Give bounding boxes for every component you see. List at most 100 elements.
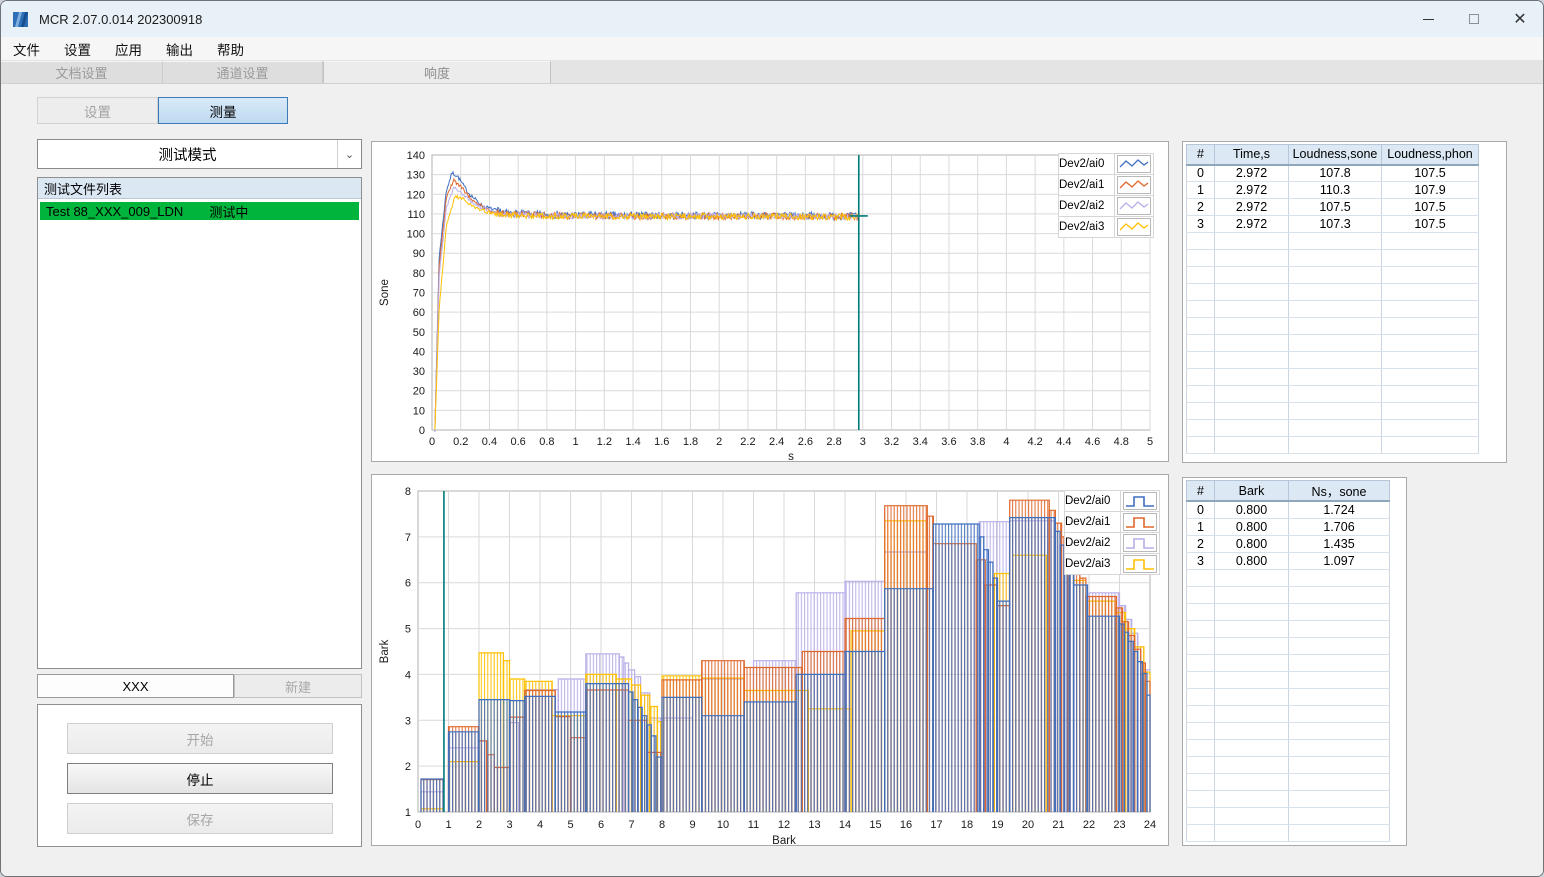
table-cell[interactable]: 107.5 [1381,164,1479,182]
table-cell[interactable] [1381,283,1479,301]
table-cell[interactable] [1214,620,1289,638]
menu-item-1[interactable]: 设置 [52,37,103,60]
menu-item-0[interactable]: 文件 [1,37,52,60]
table-cell[interactable] [1214,351,1289,369]
table-cell[interactable] [1214,436,1289,454]
menu-item-2[interactable]: 应用 [103,37,154,60]
save-button[interactable]: 保存 [67,803,333,834]
table-cell[interactable] [1214,586,1289,604]
table-cell[interactable] [1288,266,1382,284]
table-cell[interactable]: 107.5 [1381,198,1479,216]
table-cell[interactable]: 2 [1186,198,1215,216]
table-cell[interactable] [1186,773,1215,791]
table-cell[interactable] [1288,637,1390,655]
table-cell[interactable]: 1.435 [1288,535,1390,553]
table-cell[interactable] [1381,300,1479,318]
table-cell[interactable] [1186,637,1215,655]
table-cell[interactable] [1288,385,1382,403]
table-cell[interactable] [1381,232,1479,250]
table-cell[interactable] [1288,807,1390,825]
table-cell[interactable]: 3 [1186,552,1215,570]
table-cell[interactable] [1214,756,1289,774]
menu-item-4[interactable]: 帮助 [205,37,256,60]
table-cell[interactable]: 0.800 [1214,518,1289,536]
table-cell[interactable] [1214,368,1289,386]
table-cell[interactable]: 1.724 [1288,501,1390,519]
table-cell[interactable] [1186,249,1215,267]
table-cell[interactable] [1186,722,1215,740]
table-cell[interactable]: 0 [1186,164,1215,182]
tab-2[interactable]: 响度 [323,61,551,83]
table-cell[interactable] [1381,419,1479,437]
table-cell[interactable] [1214,232,1289,250]
table-cell[interactable] [1186,705,1215,723]
table-cell[interactable] [1381,402,1479,420]
table-cell[interactable] [1186,317,1215,335]
tab-1[interactable]: 通道设置 [163,61,323,83]
table-cell[interactable] [1214,266,1289,284]
table-cell[interactable] [1214,705,1289,723]
minimize-button[interactable] [1405,1,1451,37]
table-cell[interactable]: 110.3 [1288,181,1382,199]
table-cell[interactable] [1186,334,1215,352]
table-cell[interactable]: 107.5 [1381,215,1479,233]
table-cell[interactable] [1214,739,1289,757]
table-cell[interactable] [1186,266,1215,284]
table-cell[interactable] [1214,283,1289,301]
tab-0[interactable]: 文档设置 [1,61,163,83]
table-cell[interactable] [1214,419,1289,437]
table-cell[interactable] [1186,283,1215,301]
table-cell[interactable]: 0.800 [1214,501,1289,519]
close-button[interactable]: ✕ [1497,1,1543,37]
table-cell[interactable]: 1.706 [1288,518,1390,536]
table-cell[interactable]: 0.800 [1214,552,1289,570]
table-cell[interactable] [1186,756,1215,774]
table-cell[interactable] [1214,402,1289,420]
table-cell[interactable] [1186,620,1215,638]
table-cell[interactable] [1186,603,1215,621]
table-cell[interactable] [1186,351,1215,369]
table-cell[interactable] [1288,569,1390,587]
table-cell[interactable] [1186,402,1215,420]
table-cell[interactable]: 107.8 [1288,164,1382,182]
table-cell[interactable]: 107.5 [1288,198,1382,216]
table-cell[interactable] [1186,569,1215,587]
table-cell[interactable] [1186,824,1215,842]
table-cell[interactable] [1214,334,1289,352]
table-cell[interactable] [1186,586,1215,604]
table-cell[interactable] [1381,317,1479,335]
table-cell[interactable] [1288,586,1390,604]
table-cell[interactable] [1381,334,1479,352]
table-cell[interactable] [1288,232,1382,250]
new-button[interactable]: 新建 [234,674,362,698]
table-cell[interactable] [1381,385,1479,403]
table-cell[interactable] [1186,654,1215,672]
table-cell[interactable] [1214,317,1289,335]
table-cell[interactable] [1288,368,1382,386]
table-cell[interactable]: 107.9 [1381,181,1479,199]
table-cell[interactable] [1381,266,1479,284]
table-cell[interactable] [1186,419,1215,437]
table-cell[interactable] [1381,368,1479,386]
table-cell[interactable] [1288,773,1390,791]
file-list-item[interactable]: Test 88_XXX_009_LDN 测试中 [40,202,359,220]
table-cell[interactable]: 2.972 [1214,215,1289,233]
table-cell[interactable]: 1.097 [1288,552,1390,570]
table-cell[interactable]: 0 [1186,501,1215,519]
table-cell[interactable]: 1 [1186,518,1215,536]
table-cell[interactable] [1186,739,1215,757]
table-cell[interactable] [1214,300,1289,318]
table-cell[interactable] [1186,385,1215,403]
table-cell[interactable] [1288,620,1390,638]
table-cell[interactable] [1186,300,1215,318]
table-cell[interactable] [1214,569,1289,587]
table-cell[interactable] [1288,249,1382,267]
maximize-button[interactable] [1451,1,1497,37]
table-cell[interactable]: 0.800 [1214,535,1289,553]
table-cell[interactable] [1288,351,1382,369]
table-cell[interactable] [1186,790,1215,808]
table-cell[interactable] [1288,671,1390,689]
start-button[interactable]: 开始 [67,723,333,754]
table-cell[interactable] [1288,654,1390,672]
table-cell[interactable] [1214,385,1289,403]
